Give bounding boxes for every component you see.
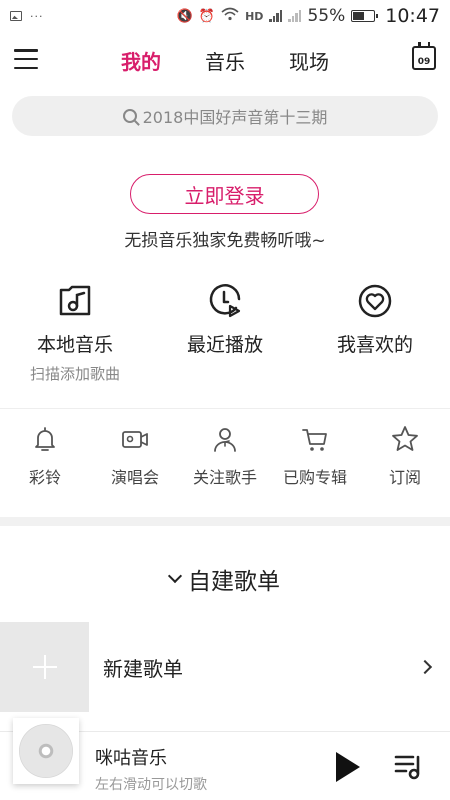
shortcut-label: 关注歌手 bbox=[192, 468, 257, 487]
shortcut-label: 已购专辑 bbox=[282, 468, 347, 487]
signal-secondary-icon bbox=[288, 10, 302, 22]
local-music-item[interactable]: 本地音乐 扫描添加歌曲 bbox=[0, 282, 150, 392]
divider bbox=[0, 408, 450, 409]
wifi-icon bbox=[221, 7, 239, 25]
favorite-label: 我喜欢的 bbox=[336, 334, 413, 356]
shortcut-label: 订阅 bbox=[388, 468, 421, 487]
shortcut-concert[interactable]: 演唱会 bbox=[90, 424, 180, 496]
shortcut-follow-singer[interactable]: 关注歌手 bbox=[180, 424, 270, 496]
battery-percent: 55% bbox=[307, 6, 346, 26]
local-music-sub: 扫描添加歌曲 bbox=[29, 365, 120, 383]
top-navigation: 我的 音乐 现场 09 bbox=[0, 38, 450, 82]
new-playlist-row[interactable]: 新建歌单 bbox=[0, 622, 450, 712]
album-disc-icon[interactable] bbox=[13, 718, 79, 784]
search-input[interactable]: 2018中国好声音第十三期 bbox=[12, 96, 438, 136]
shortcut-ringtone[interactable]: 彩铃 bbox=[0, 424, 90, 496]
player-title: 咪咕音乐 bbox=[95, 748, 167, 769]
playlist-queue-icon[interactable] bbox=[393, 750, 425, 782]
player-info[interactable]: 咪咕音乐 左右滑动可以切歌 bbox=[95, 744, 207, 794]
search-placeholder: 2018中国好声音第十三期 bbox=[142, 108, 328, 127]
mute-icon: 🔇 bbox=[176, 8, 193, 24]
status-bar: ··· 🔇 ⏰ HD 55% 10:47 bbox=[0, 0, 450, 32]
clock-time: 10:47 bbox=[385, 5, 440, 27]
shortcut-purchased-albums[interactable]: 已购专辑 bbox=[270, 424, 360, 496]
calendar-icon[interactable]: 09 bbox=[412, 42, 436, 70]
favorite-heart-icon bbox=[358, 284, 392, 318]
battery-icon bbox=[351, 10, 379, 22]
play-icon[interactable] bbox=[336, 752, 360, 782]
chevron-down-icon bbox=[167, 568, 183, 584]
video-camera-icon bbox=[122, 431, 148, 448]
status-right: 🔇 ⏰ HD 55% 10:47 bbox=[177, 5, 440, 27]
calendar-day: 09 bbox=[417, 57, 431, 67]
shortcut-bar: 彩铃 演唱会 关注歌手 已购专辑 订阅 bbox=[0, 424, 450, 496]
alarm-icon: ⏰ bbox=[198, 8, 216, 24]
login-button[interactable]: 立即登录 bbox=[130, 174, 319, 214]
star-icon bbox=[392, 426, 418, 451]
image-notification-icon bbox=[10, 11, 22, 21]
shortcut-label: 彩铃 bbox=[28, 468, 61, 487]
tab-music[interactable]: 音乐 bbox=[205, 46, 245, 75]
plus-icon bbox=[0, 622, 89, 712]
login-tip: 无损音乐独家免费畅听哦~ bbox=[124, 231, 326, 251]
chevron-right-icon bbox=[417, 659, 433, 675]
local-music-label: 本地音乐 bbox=[36, 334, 113, 356]
recent-play-icon bbox=[209, 284, 241, 318]
recent-play-label: 最近播放 bbox=[186, 334, 263, 356]
local-music-icon bbox=[59, 285, 91, 316]
playlist-section-title: 自建歌单 bbox=[188, 569, 280, 595]
singer-icon bbox=[214, 428, 236, 452]
more-notifications-icon: ··· bbox=[30, 9, 44, 23]
quick-actions: 本地音乐 扫描添加歌曲 最近播放 我喜欢的 bbox=[0, 282, 450, 392]
shortcut-label: 演唱会 bbox=[110, 468, 159, 487]
favorite-item[interactable]: 我喜欢的 bbox=[300, 282, 450, 392]
cart-icon bbox=[302, 429, 327, 451]
network-type: HD bbox=[245, 9, 264, 23]
mini-player: 咪咕音乐 左右滑动可以切歌 bbox=[0, 718, 450, 800]
new-playlist-label: 新建歌单 bbox=[103, 656, 183, 681]
player-subtitle: 左右滑动可以切歌 bbox=[95, 777, 207, 793]
bell-icon bbox=[35, 427, 55, 451]
tab-mine[interactable]: 我的 bbox=[121, 46, 161, 75]
tab-live[interactable]: 现场 bbox=[289, 46, 329, 75]
search-icon bbox=[122, 109, 137, 123]
status-left: ··· bbox=[10, 10, 44, 23]
playlist-section-header[interactable]: 自建歌单 bbox=[0, 562, 450, 596]
shortcut-subscribe[interactable]: 订阅 bbox=[360, 424, 450, 496]
signal-icon bbox=[269, 10, 283, 22]
section-divider bbox=[0, 517, 450, 526]
tab-bar: 我的 音乐 现场 bbox=[0, 38, 450, 82]
recent-play-item[interactable]: 最近播放 bbox=[150, 282, 300, 392]
